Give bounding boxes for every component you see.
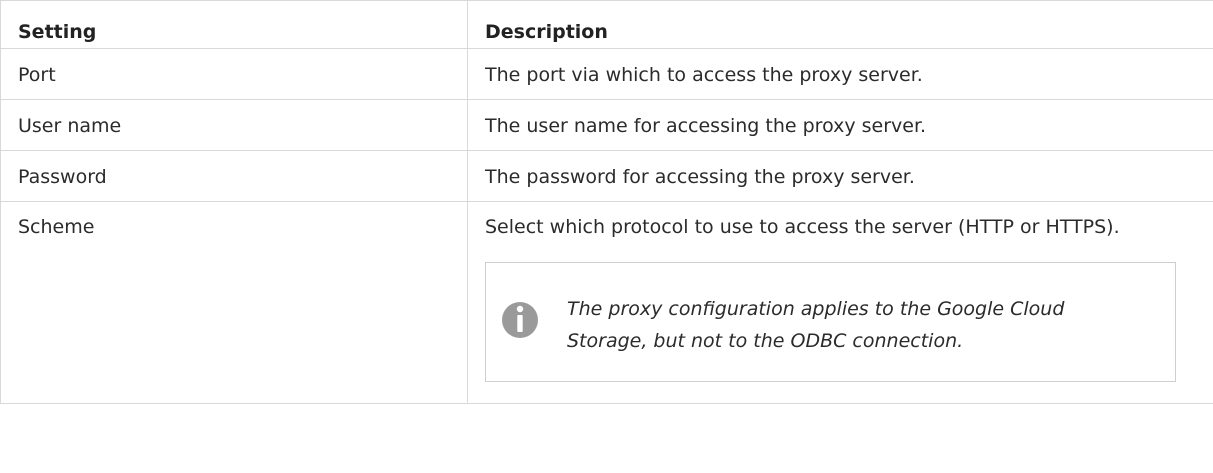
table-header-row: Setting Description bbox=[0, 0, 1213, 49]
info-icon bbox=[502, 302, 538, 338]
setting-cell: Password bbox=[0, 150, 468, 202]
note-text: The proxy configuration applies to the G… bbox=[567, 298, 1065, 352]
description-cell: The port via which to access the proxy s… bbox=[467, 48, 1213, 100]
header-setting: Setting bbox=[0, 0, 468, 49]
setting-cell: Port bbox=[0, 48, 468, 100]
setting-cell: User name bbox=[0, 99, 468, 151]
header-description: Description bbox=[467, 0, 1213, 49]
table-row: User name The user name for accessing th… bbox=[0, 99, 1213, 151]
table-row: Port The port via which to access the pr… bbox=[0, 48, 1213, 100]
note-box: The proxy configuration applies to the G… bbox=[485, 262, 1176, 382]
description-text: Select which protocol to use to access t… bbox=[485, 216, 1120, 238]
description-cell: Select which protocol to use to access t… bbox=[467, 201, 1213, 404]
table-row: Scheme Select which protocol to use to a… bbox=[0, 201, 1213, 404]
description-cell: The user name for accessing the proxy se… bbox=[467, 99, 1213, 151]
description-cell: The password for accessing the proxy ser… bbox=[467, 150, 1213, 202]
setting-cell: Scheme bbox=[0, 201, 468, 404]
settings-table: Setting Description Port The port via wh… bbox=[0, 0, 1213, 404]
table-row: Password The password for accessing the … bbox=[0, 150, 1213, 202]
